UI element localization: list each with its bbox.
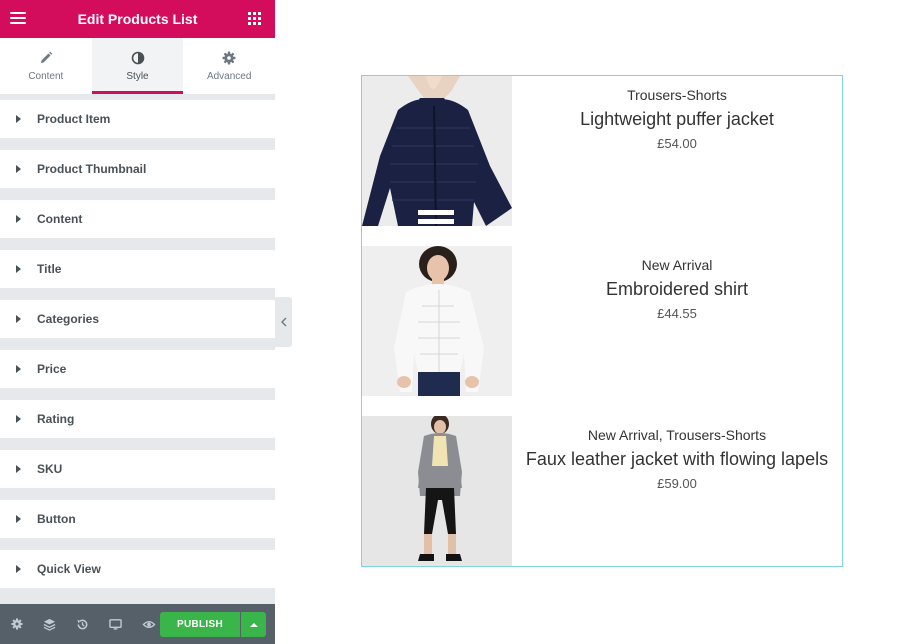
contrast-icon <box>130 50 146 66</box>
publish-button[interactable]: PUBLISH <box>160 612 240 637</box>
layers-icon[interactable] <box>33 604 66 644</box>
tab-advanced[interactable]: Advanced <box>183 38 275 94</box>
settings-icon[interactable] <box>0 604 33 644</box>
section-sku[interactable]: SKU <box>0 450 275 488</box>
product-price: £59.00 <box>657 476 697 491</box>
product-thumbnail[interactable] <box>362 416 512 566</box>
section-label: SKU <box>37 462 63 476</box>
caret-right-icon <box>16 215 21 223</box>
product-thumbnail[interactable] <box>362 76 512 226</box>
section-content[interactable]: Content <box>0 200 275 238</box>
products-list-widget[interactable]: Trousers-Shorts Lightweight puffer jacke… <box>361 75 843 567</box>
section-rating[interactable]: Rating <box>0 400 275 438</box>
section-label: Price <box>37 362 67 376</box>
tab-content-label: Content <box>28 71 64 82</box>
product-info: New Arrival Embroidered shirt £44.55 <box>512 246 842 321</box>
product-info: New Arrival, Trousers-Shorts Faux leathe… <box>512 416 842 491</box>
collapse-panel-handle[interactable] <box>275 297 292 347</box>
section-label: Rating <box>37 412 75 426</box>
tab-content[interactable]: Content <box>0 38 92 94</box>
caret-right-icon <box>16 265 21 273</box>
style-sections: Product Item Product Thumbnail Content T… <box>0 100 275 600</box>
product-category[interactable]: New Arrival, Trousers-Shorts <box>512 427 842 443</box>
product-thumbnail[interactable] <box>362 246 512 396</box>
caret-right-icon <box>16 165 21 173</box>
section-button[interactable]: Button <box>0 500 275 538</box>
product-title[interactable]: Lightweight puffer jacket <box>512 109 842 130</box>
menu-icon[interactable] <box>10 12 26 26</box>
caret-right-icon <box>16 565 21 573</box>
caret-right-icon <box>16 465 21 473</box>
panel-header: Edit Products List <box>0 0 275 38</box>
section-label: Product Item <box>37 112 111 126</box>
product-category[interactable]: Trousers-Shorts <box>512 87 842 103</box>
product-item[interactable]: New Arrival, Trousers-Shorts Faux leathe… <box>362 416 842 566</box>
responsive-icon[interactable] <box>99 604 132 644</box>
widgets-grid-icon[interactable] <box>248 12 261 25</box>
history-icon[interactable] <box>66 604 99 644</box>
section-price[interactable]: Price <box>0 350 275 388</box>
editor-panel: Edit Products List Content Style Advance… <box>0 0 275 644</box>
section-categories[interactable]: Categories <box>0 300 275 338</box>
tab-style[interactable]: Style <box>91 38 184 94</box>
section-quick-view[interactable]: Quick View <box>0 550 275 588</box>
caret-right-icon <box>16 515 21 523</box>
section-title[interactable]: Title <box>0 250 275 288</box>
pencil-icon <box>38 50 54 66</box>
product-item[interactable]: Trousers-Shorts Lightweight puffer jacke… <box>362 76 842 226</box>
caret-right-icon <box>16 415 21 423</box>
publish-options-button[interactable] <box>241 612 266 637</box>
product-price: £44.55 <box>657 306 697 321</box>
section-label: Title <box>37 262 62 276</box>
section-product-thumbnail[interactable]: Product Thumbnail <box>0 150 275 188</box>
chevron-left-icon <box>280 317 286 327</box>
product-title[interactable]: Faux leather jacket with flowing lapels <box>512 449 842 470</box>
tab-style-label: Style <box>126 71 149 82</box>
panel-title: Edit Products List <box>77 11 198 27</box>
editor-app: Edit Products List Content Style Advance… <box>0 0 911 644</box>
panel-tabs: Content Style Advanced <box>0 38 275 94</box>
section-label: Product Thumbnail <box>37 162 147 176</box>
caret-right-icon <box>16 315 21 323</box>
panel-footer: PUBLISH <box>0 604 275 644</box>
section-label: Button <box>37 512 76 526</box>
section-label: Categories <box>37 312 100 326</box>
caret-up-icon <box>249 622 258 627</box>
section-product-item[interactable]: Product Item <box>0 100 275 138</box>
product-info: Trousers-Shorts Lightweight puffer jacke… <box>512 76 842 151</box>
product-item[interactable]: New Arrival Embroidered shirt £44.55 <box>362 246 842 396</box>
gear-icon <box>221 50 237 66</box>
product-category[interactable]: New Arrival <box>512 257 842 273</box>
product-price: £54.00 <box>657 136 697 151</box>
section-label: Quick View <box>37 562 101 576</box>
caret-right-icon <box>16 365 21 373</box>
caret-right-icon <box>16 115 21 123</box>
tab-advanced-label: Advanced <box>206 71 252 82</box>
product-title[interactable]: Embroidered shirt <box>512 279 842 300</box>
section-label: Content <box>37 212 83 226</box>
